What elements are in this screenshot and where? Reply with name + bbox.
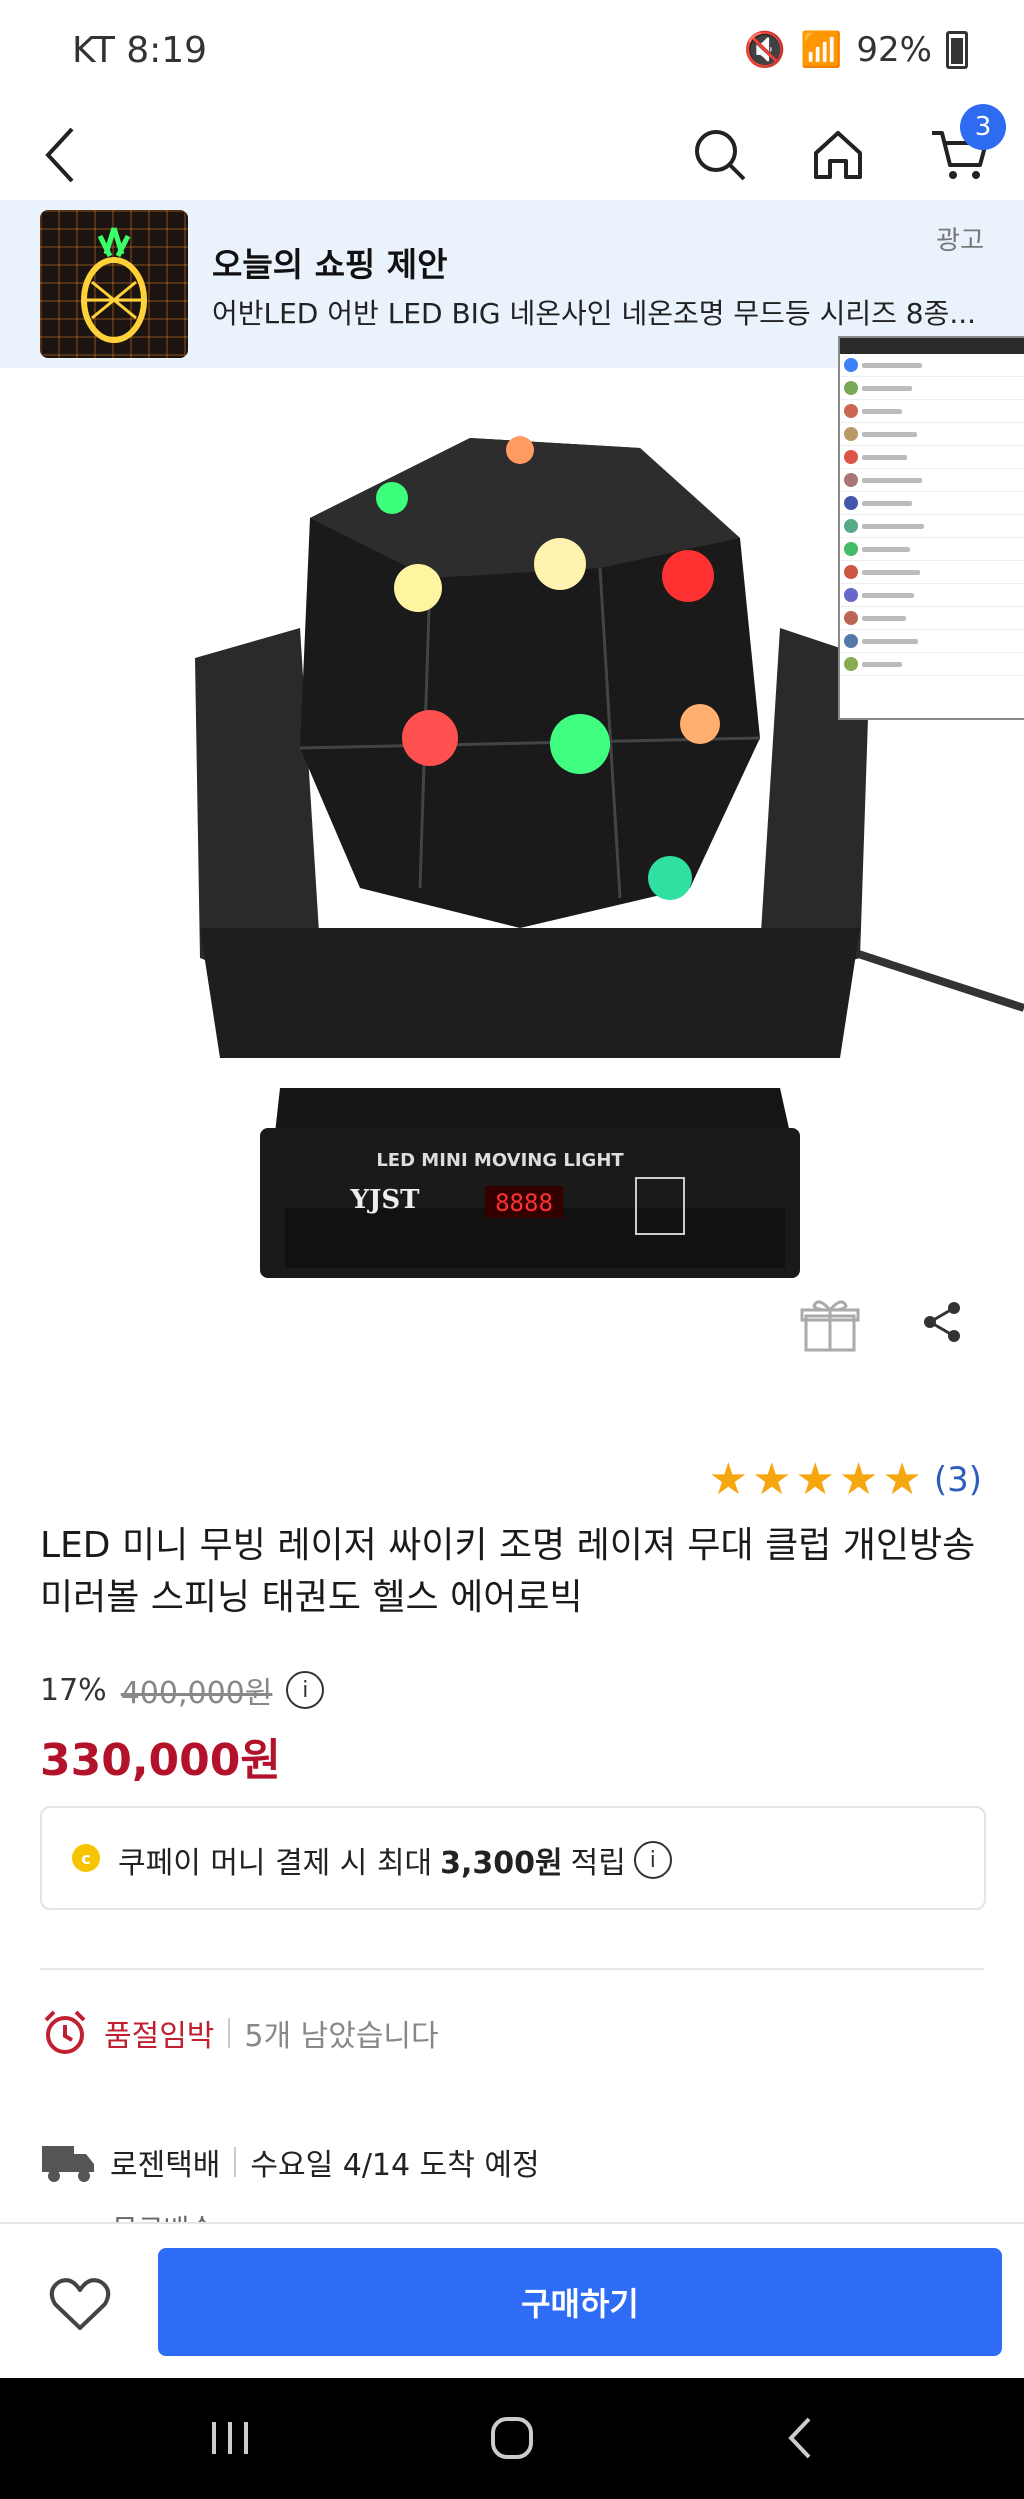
star-icon: ★ [795,1454,835,1505]
back-button[interactable] [30,110,90,200]
chat-row [840,446,1024,469]
star-icon: ★ [708,1454,749,1505]
ad-title: 오늘의 쇼핑 제안 [212,245,448,284]
delivery-info: 로젠택배 수요일 4/14 도착 예정 [40,2140,540,2184]
share-button[interactable] [912,1292,972,1352]
home-circle-icon [491,2417,533,2459]
delivery-eta: 수요일 4/14 도착 예정 [250,2148,540,2183]
chat-row [840,515,1024,538]
neon-pineapple-image [81,227,147,343]
chat-row [840,653,1024,676]
info-icon[interactable]: i [286,1671,325,1709]
cart-count-badge: 3 [960,104,1006,150]
home-icon [814,131,862,179]
chat-row [840,630,1024,653]
chat-row [840,584,1024,607]
chat-row [840,469,1024,492]
product-title: LED 미니 무빙 레이저 싸이키 조명 레이져 무대 클럽 개인방송 미러볼 … [40,1525,976,1618]
search-button[interactable] [690,110,750,200]
device-brand: YJST [350,1185,421,1215]
ad-description: 어반LED 어반 LED BIG 네온사인 네온조명 무드등 시리즈 8종... [212,297,977,330]
top-nav: 3 [0,104,1024,200]
ad-tag: 광고 [936,226,984,256]
coupay-amount: 3,300원 [440,1846,563,1881]
gift-button[interactable] [794,1288,866,1360]
system-nav-bar [0,2378,1024,2499]
chat-row [840,354,1024,377]
carrier-time: KT 8:19 [72,30,208,71]
divider [40,1968,984,1970]
battery-icon [946,31,968,69]
star-icon: ★ [882,1454,922,1505]
heart-icon [49,2278,111,2330]
sale-price: 330,000원 [40,1735,281,1786]
chat-row [840,423,1024,446]
chat-row [840,607,1024,630]
coupay-reward-box: c 쿠페이 머니 결제 시 최대 3,300원 적립 i [40,1806,986,1910]
delivery-carrier: 로젠택배 [110,2148,221,2183]
battery-text: 92% [856,30,932,70]
home-system-button[interactable] [472,2398,552,2478]
chat-row [840,377,1024,400]
cart-button[interactable]: 3 [930,104,1006,200]
separator [228,2018,231,2048]
bottom-action-bar: 구매하기 [0,2222,1024,2378]
status-bar: KT 8:19 🔇 📶 92% [0,0,1024,110]
chat-row [840,400,1024,423]
truck-icon [42,2146,94,2182]
wifi-icon: 📶 [800,30,843,70]
coin-icon: c [72,1844,100,1872]
review-count[interactable]: (3) [934,1460,982,1500]
stock-status: 품절임박 5개 남았습니다 [40,2008,439,2058]
info-icon[interactable]: i [633,1841,672,1879]
discount-rate: 17% [40,1672,107,1708]
coupay-text: 쿠페이 머니 결제 시 최대 3,300원 적립 i [118,1838,672,1882]
device-display: 8888 [495,1189,553,1217]
mute-icon: 🔇 [743,30,787,70]
price-row: 17% 400,000원 i [40,1668,325,1712]
coupay-prefix: 쿠페이 머니 결제 시 최대 [118,1846,433,1881]
original-price: 400,000원 [120,1676,273,1711]
buy-button[interactable]: 구매하기 [158,2248,1002,2356]
chat-header [840,338,1024,354]
alarm-clock-icon [44,2010,86,2054]
chat-row [840,538,1024,561]
home-button[interactable] [808,110,868,200]
stock-label: 품절임박 [104,2019,215,2054]
recents-icon [212,2422,248,2454]
status-icons: 🔇 📶 92% [744,30,968,70]
star-icon: ★ [752,1454,792,1505]
device-label: LED MINI MOVING LIGHT [376,1150,624,1171]
gift-icon [800,1300,860,1352]
chat-row [840,492,1024,515]
back-icon [45,127,74,183]
wishlist-button[interactable] [40,2264,120,2344]
separator [234,2147,237,2177]
back-chevron-icon [788,2417,811,2459]
recents-button[interactable] [190,2398,270,2478]
back-system-button[interactable] [760,2398,840,2478]
floating-chat-overlay[interactable] [838,336,1024,720]
star-icon: ★ [838,1454,879,1505]
share-icon [924,1302,960,1342]
stock-detail: 5개 남았습니다 [244,2019,439,2054]
rating[interactable]: ★ ★ ★ ★ ★ (3) [709,1458,982,1502]
chat-row [840,561,1024,584]
ad-thumbnail [40,210,188,358]
coupay-suffix: 적립 [570,1846,626,1881]
search-icon [695,130,746,181]
